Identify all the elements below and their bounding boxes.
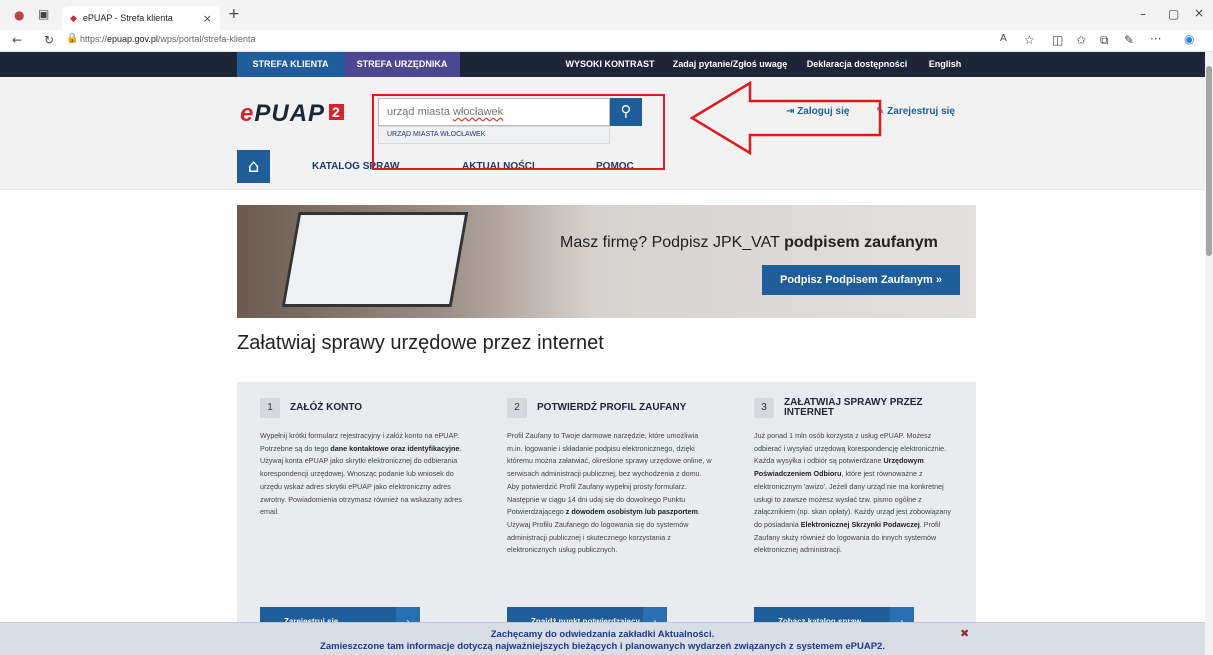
favorites-icon[interactable]: ✩ <box>1076 33 1086 47</box>
page-heading: Załatwiaj sprawy urzędowe przez internet <box>237 332 604 354</box>
step-text: . Używaj konta ePUAP jako skrytki elektr… <box>260 443 462 517</box>
collections-icon[interactable]: ⧉ <box>1100 33 1109 48</box>
favorite-star-icon[interactable]: ☆ <box>1024 33 1035 47</box>
laptop-image <box>281 212 469 307</box>
high-contrast-link[interactable]: WYSOKI KONTRAST <box>560 52 660 77</box>
close-window-icon[interactable]: × <box>1194 6 1204 20</box>
browser-tab-bar: ● ▣ ◆ ePUAP - Strefa klienta × + – ▢ × <box>0 0 1213 30</box>
tab-strefa-klienta[interactable]: STREFA KLIENTA <box>237 52 344 77</box>
step-title: ZAŁATWIAJ SPRAWY PRZEZ INTERNET <box>784 397 923 418</box>
more-menu-icon[interactable]: ··· <box>1150 32 1161 46</box>
notice-line-1: Zachęcamy do odwiedzania zakładki Aktual… <box>490 629 715 640</box>
epuap-logo[interactable]: ePUAP 2 <box>240 100 344 128</box>
refresh-icon[interactable]: ↻ <box>44 33 54 47</box>
logo-number: 2 <box>329 104 344 120</box>
step-number: 2 <box>507 398 527 418</box>
tab-actions-icon[interactable]: ▣ <box>38 7 49 21</box>
epuap-favicon-icon: ◆ <box>70 12 77 23</box>
step-number: 1 <box>260 398 280 418</box>
ask-question-link[interactable]: Zadaj pytanie/Zgłoś uwagę <box>670 52 790 77</box>
step-card: 3 ZAŁATWIAJ SPRAWY PRZEZ INTERNET Już pon… <box>731 382 976 655</box>
step-title: POTWIERDŹ PROFIL ZAUFANY <box>537 402 687 413</box>
url-domain: epuap.gov.pl <box>107 34 158 44</box>
home-button[interactable]: ⌂ <box>237 150 270 183</box>
step-title: ZAŁÓŻ KONTO <box>290 402 363 413</box>
page: STREFA KLIENTA STREFA URZĘDNIKA WYSOKI K… <box>0 52 1205 655</box>
scrollbar[interactable] <box>1205 52 1213 655</box>
back-icon[interactable]: ← <box>12 33 22 47</box>
step-description: Profil Zaufany to Twoje darmowe narzędzi… <box>507 430 712 557</box>
scrollbar-thumb[interactable] <box>1206 66 1212 256</box>
step-card: 1 ZAŁÓŻ KONTO Wypełnij krótki formularz r… <box>237 382 482 655</box>
tab-strefa-urzednika[interactable]: STREFA URZĘDNIKA <box>344 52 460 77</box>
notice-line-2: Zamieszczone tam informacje dotyczą najw… <box>320 641 885 652</box>
browser-tab[interactable]: ◆ ePUAP - Strefa klienta × <box>62 6 220 30</box>
lock-icon[interactable]: 🔒 <box>66 33 78 44</box>
english-link[interactable]: English <box>922 52 968 77</box>
home-icon: ⌂ <box>247 156 260 177</box>
split-screen-icon[interactable]: ◫ <box>1052 33 1063 47</box>
step-text-bold: z dowodem osobistym lub paszportem <box>565 507 698 517</box>
register-label: Zarejestruj się <box>887 106 955 117</box>
restore-icon[interactable]: ▢ <box>1168 7 1179 21</box>
logo-text: PUAP <box>254 100 326 127</box>
step-text-bold: Elektronicznej Skrzynki Podawczej <box>800 519 920 529</box>
step-text-bold: dane kontaktowe oraz identyfikacyjne <box>330 443 460 453</box>
highlight-box <box>372 94 665 170</box>
profile-icon[interactable]: ● <box>14 8 24 22</box>
close-tab-icon[interactable]: × <box>203 12 212 25</box>
extensions-icon[interactable]: ✎ <box>1124 33 1134 47</box>
minimize-icon[interactable]: – <box>1140 7 1146 21</box>
tab-title: ePUAP - Strefa klienta <box>82 13 173 23</box>
step-description: Wypełnij krótki formularz rejestracyjny … <box>260 430 465 519</box>
address-bar: ← ↻ 🔒 https://epuap.gov.pl/wps/portal/st… <box>0 30 1213 52</box>
banner-title-b: podpisem zaufanym <box>784 234 938 251</box>
step-card: 2 POTWIERDŹ PROFIL ZAUFANY Profil Zaufany… <box>484 382 729 655</box>
banner-title: Masz firmę? Podpisz JPK_VAT podpisem zau… <box>560 234 938 252</box>
new-tab-icon[interactable]: + <box>228 6 240 22</box>
read-aloud-icon[interactable]: A <box>1000 33 1007 44</box>
accessibility-declaration-link[interactable]: Deklaracja dostępności <box>800 52 914 77</box>
url-prefix: https:// <box>80 34 108 44</box>
top-navigation: STREFA KLIENTA STREFA URZĘDNIKA WYSOKI K… <box>0 52 1205 77</box>
copilot-icon[interactable]: ◉ <box>1184 32 1194 46</box>
annotation-arrow-icon <box>690 80 882 156</box>
steps-section: 1 ZAŁÓŻ KONTO Wypełnij krótki formularz r… <box>237 382 976 655</box>
step-text: Profil Zaufany to Twoje darmowe narzędzi… <box>507 431 712 517</box>
url-path: /wps/portal/strefa-klienta <box>157 34 256 44</box>
step-description: Już ponad 1 mln osób korzysta z usług eP… <box>754 430 959 557</box>
news-notice-bar: Zachęcamy do odwiedzania zakładki Aktual… <box>0 622 1205 655</box>
step-number: 3 <box>754 398 774 418</box>
sign-trusted-profile-button[interactable]: Podpisz Podpisem Zaufanym » <box>762 265 960 295</box>
url-field[interactable]: https://epuap.gov.pl/wps/portal/strefa-k… <box>80 34 255 44</box>
logo-e: e <box>240 100 255 127</box>
banner-title-a: Masz firmę? Podpisz JPK_VAT <box>560 234 785 251</box>
close-notice-icon[interactable]: ✖ <box>960 627 969 640</box>
